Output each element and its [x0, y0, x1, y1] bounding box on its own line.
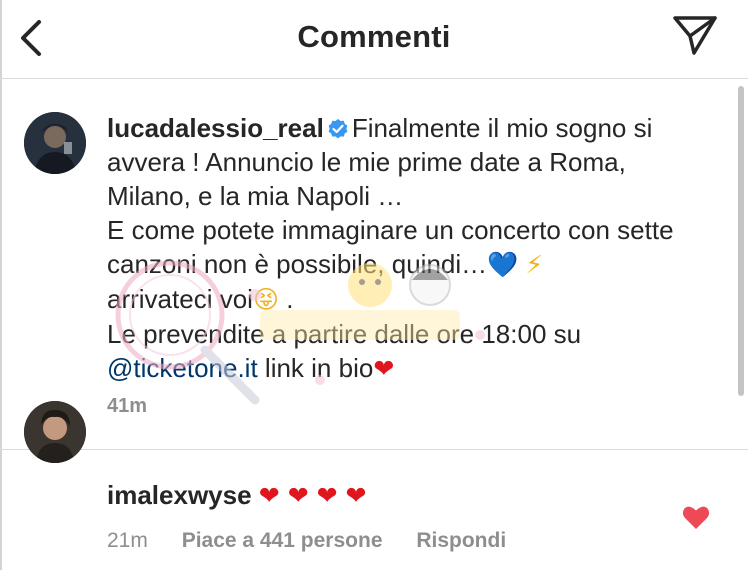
reply-button[interactable]: Rispondi [416, 529, 506, 553]
comment-username[interactable]: imalexwyse [107, 480, 252, 510]
comment-meta: 21m Piace a 441 persone Rispondi [107, 529, 534, 553]
caption-line-5: link in bio [257, 353, 374, 383]
tongue-face-emoji: 😝 [252, 285, 279, 314]
caption-username[interactable]: lucadalessio_real [107, 113, 324, 143]
post-caption: lucadalessio_real Finalmente il mio sogn… [0, 79, 748, 450]
profile-photo [24, 401, 86, 463]
ticketone-mention-link[interactable]: @ticketone.it [107, 353, 258, 383]
caption-line-4: Le prevendite a partire dalle ore 18:00 … [107, 319, 582, 349]
caption-line-3: arrivateci voi [107, 284, 253, 314]
page-title: Commenti [297, 19, 451, 54]
share-button[interactable] [672, 14, 718, 56]
avatar[interactable] [24, 112, 86, 174]
paper-plane-icon [673, 16, 717, 55]
avatar[interactable] [24, 401, 86, 463]
caption-line-3-end: . [286, 284, 294, 314]
profile-photo [24, 112, 86, 174]
blue-heart-emoji: 💙 [487, 250, 519, 279]
red-heart-emoji: ❤ [373, 354, 395, 383]
comment-body: imalexwyse ❤ ❤ ❤ ❤ [107, 478, 366, 513]
header-bar: Commenti [0, 0, 748, 79]
like-button[interactable] [682, 504, 710, 530]
comment-hearts-emoji: ❤ ❤ ❤ ❤ [258, 481, 367, 510]
caption-text: lucadalessio_real Finalmente il mio sogn… [107, 111, 707, 386]
caption-timestamp: 41m [107, 395, 148, 417]
likes-count-link[interactable]: Piace a 441 persone [182, 529, 383, 553]
caption-line-2: E come potete immaginare un concerto con… [107, 215, 674, 279]
comment-timestamp: 21m [107, 529, 148, 552]
scrollbar[interactable] [738, 86, 744, 396]
heart-icon [682, 506, 710, 529]
verified-badge-icon [328, 119, 348, 139]
lightning-emoji: ⚡ [525, 250, 544, 279]
